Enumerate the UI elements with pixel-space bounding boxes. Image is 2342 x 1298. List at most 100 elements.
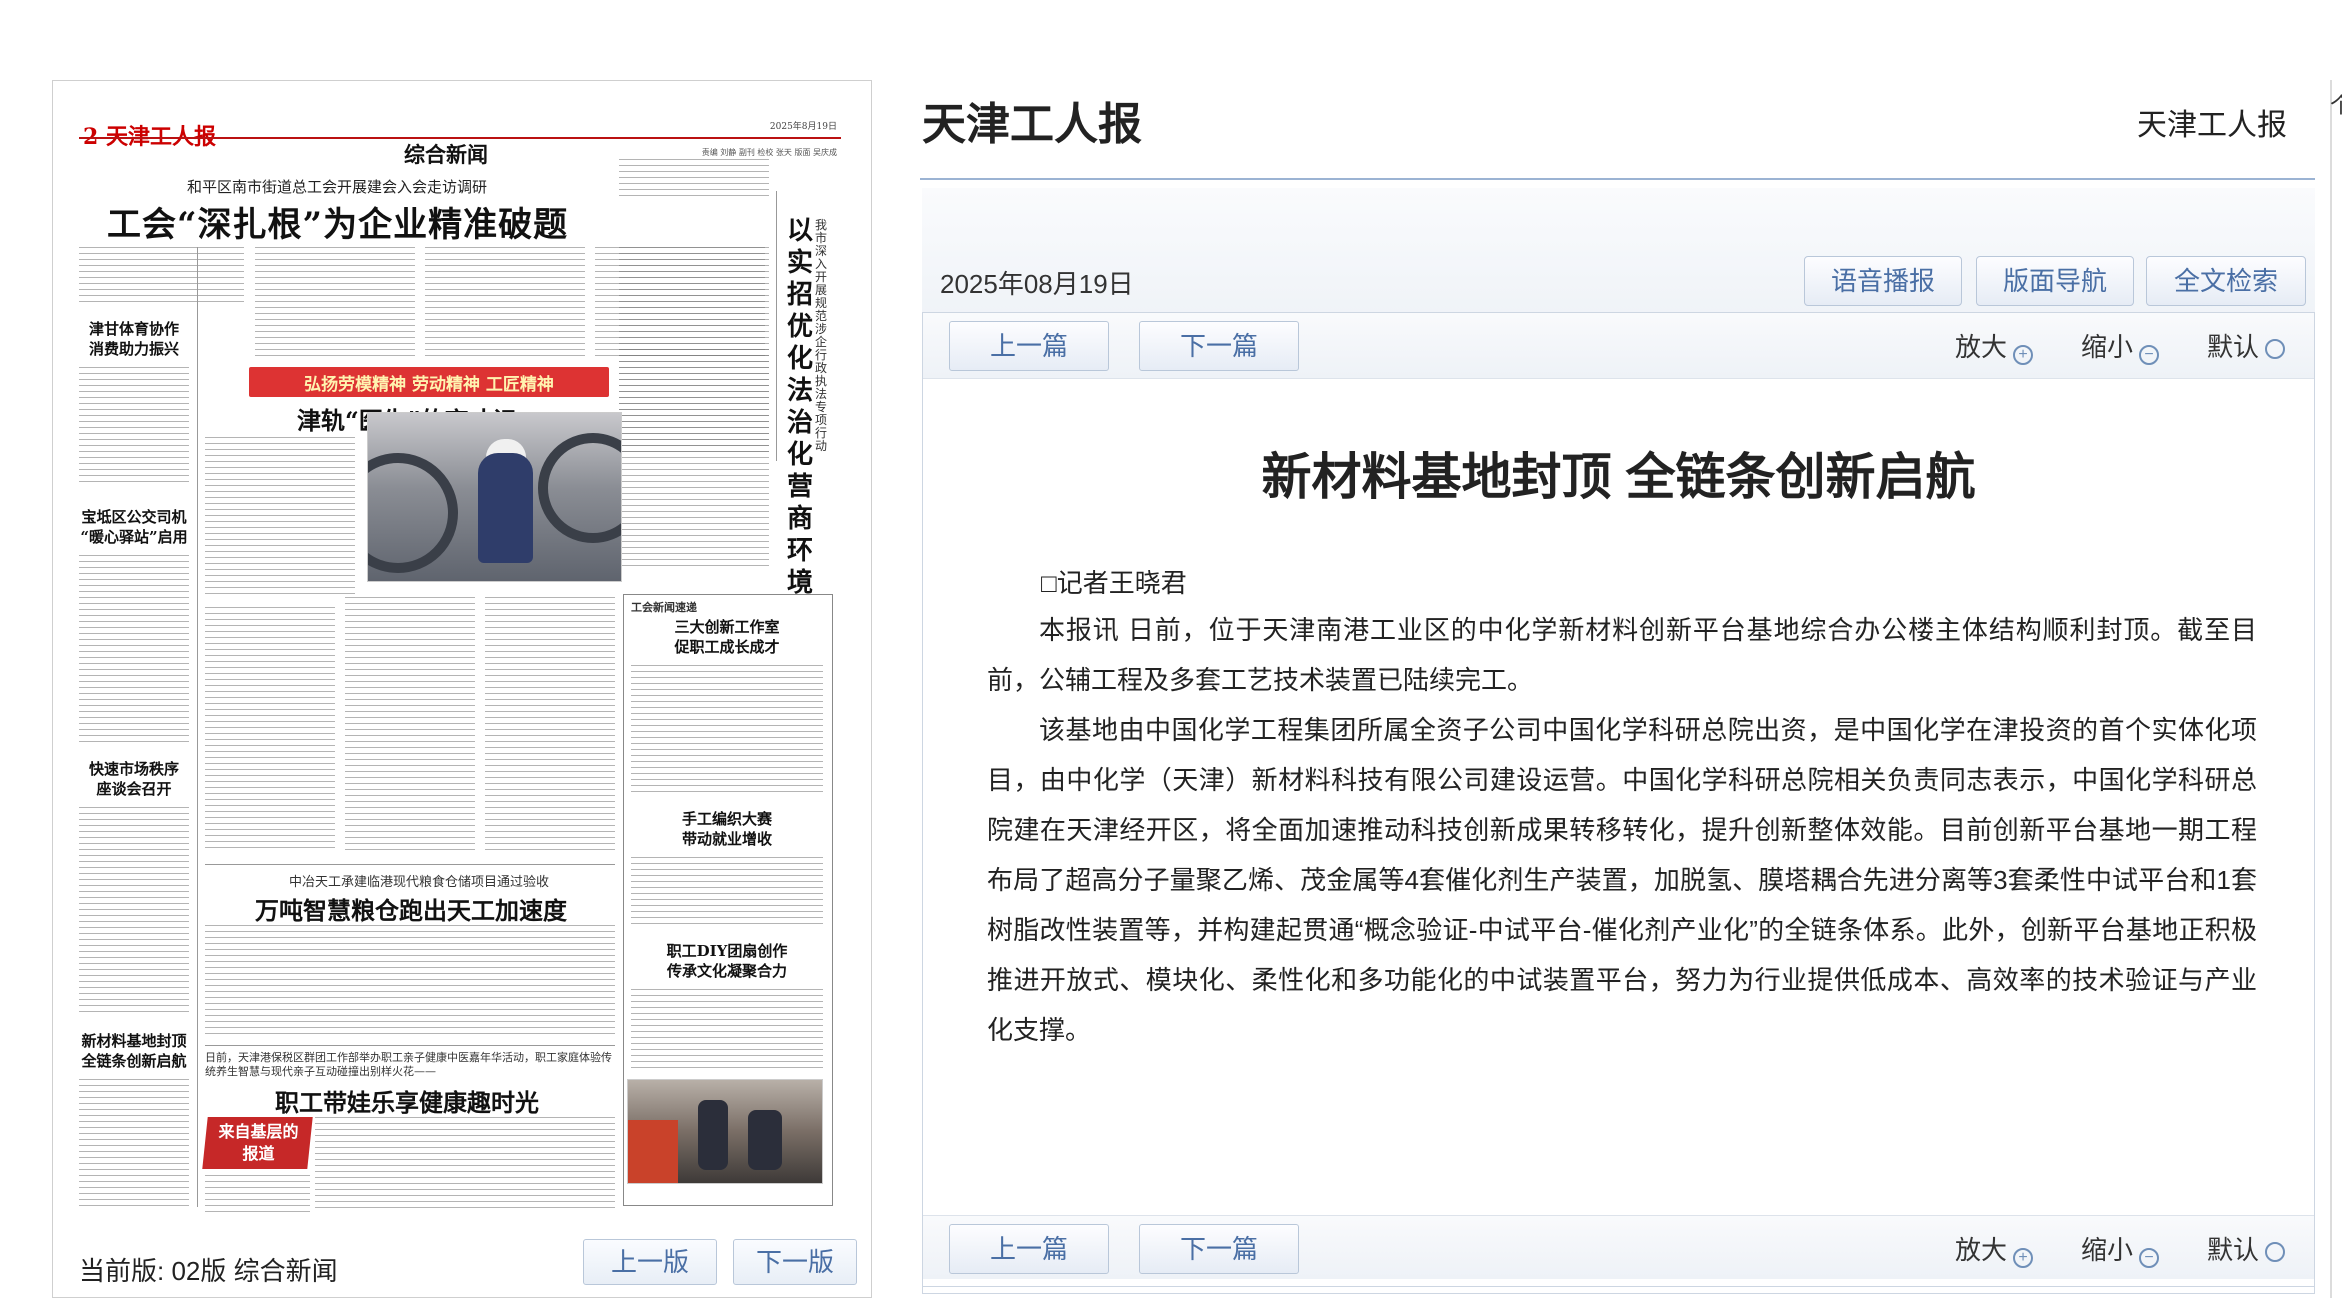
side-story-title[interactable]: 宝坻区公交司机 “暖心驿站”启用 xyxy=(79,507,189,547)
brief-photo[interactable] xyxy=(627,1079,823,1184)
layout-navigation-button[interactable]: 版面导航 xyxy=(1976,256,2134,306)
feature-photo[interactable] xyxy=(367,412,622,582)
photo-detail xyxy=(628,1120,678,1183)
zoom-default-button-bottom[interactable]: 默认 xyxy=(2207,1230,2286,1267)
brief-title[interactable]: 三大创新工作室 促职工成长成才 xyxy=(627,617,827,657)
side-story-title[interactable]: 新材料基地封顶 全链条创新启航 xyxy=(79,1031,189,1071)
photo-detail xyxy=(748,1110,782,1170)
article-title: 新材料基地封顶 全链条创新启航 xyxy=(1261,449,1976,505)
zoom-in-label: 放大 xyxy=(1955,1235,2008,1265)
article-text-block xyxy=(79,807,189,1017)
article-text-block xyxy=(205,1175,310,1212)
plus-circle-icon: + xyxy=(2013,345,2034,365)
photo-detail xyxy=(368,453,458,573)
next-article-button-bottom[interactable]: 下一篇 xyxy=(1139,1224,1299,1274)
zoom-out-button-bottom[interactable]: 缩小 − xyxy=(2081,1230,2160,1268)
page-footer: 当前版: 02版 综合新闻 上一版 下一版 xyxy=(53,1229,871,1298)
article-text-block xyxy=(619,349,769,569)
article-text-block xyxy=(485,597,615,852)
story-divider xyxy=(205,864,615,865)
grassroots-tag: 来自基层的报道 xyxy=(202,1117,313,1169)
child-story-subtitle[interactable]: 日前，天津港保税区群团工作部举办职工亲子健康中医嘉年华活动，职工家庭体验传统养生… xyxy=(205,1051,615,1079)
date-bar: 2025年08月19日 语音播报 版面导航 全文检索 xyxy=(922,188,2315,330)
current-page-label: 当前版: 02版 综合新闻 xyxy=(79,1256,338,1286)
zoom-default-label: 默认 xyxy=(2207,1235,2260,1265)
article-toolbar-bottom: 上一篇 下一篇 放大 + 缩小 − 默认 xyxy=(923,1215,2314,1279)
vertical-subheadline[interactable]: 我市深入开展规范涉企行政执法专项行动 xyxy=(815,219,833,453)
article-byline: □记者王晓君 xyxy=(1041,568,1187,598)
edge-glyph: 个 xyxy=(2330,94,2342,119)
lead-story-headline[interactable]: 工会“深扎根”为企业精准破题 xyxy=(107,197,568,246)
zoom-default-label: 默认 xyxy=(2207,332,2260,362)
article-text-block xyxy=(631,665,823,795)
prev-article-button-bottom[interactable]: 上一篇 xyxy=(949,1224,1109,1274)
photo-detail xyxy=(698,1100,728,1170)
zoom-default-button[interactable]: 默认 xyxy=(2207,327,2286,364)
window-edge xyxy=(2330,80,2342,1298)
column-divider xyxy=(197,247,198,1207)
newspaper-page-image[interactable]: 2 天津工人报 2025年8月19日 综合新闻 责编 刘静 副刊 检校 张天 版… xyxy=(79,119,841,1214)
full-text-search-button[interactable]: 全文检索 xyxy=(2146,256,2306,306)
zoom-in-label: 放大 xyxy=(1955,332,2008,362)
masthead: 2 天津工人报 xyxy=(83,124,216,150)
header-rule xyxy=(920,178,2315,180)
site-title: 天津工人报 xyxy=(922,100,1142,149)
next-article-button[interactable]: 下一篇 xyxy=(1139,321,1299,371)
site-title-right: 天津工人报 xyxy=(2137,109,2287,142)
article-paragraph: 本报讯 日前，位于天津南港工业区的中化学新材料创新平台基地综合办公楼主体结构顺利… xyxy=(987,615,2257,695)
grassroots-tag-text: 来自基层的报道 xyxy=(218,1122,299,1163)
lead-story-subtitle[interactable]: 和平区南市街道总工会开展建会入会走访调研 xyxy=(187,176,487,197)
column-label: 工会新闻速递 xyxy=(631,601,697,614)
column-divider xyxy=(776,191,777,461)
article-text-block xyxy=(315,1117,615,1212)
zoom-in-button[interactable]: 放大 + xyxy=(1955,327,2034,365)
grain-story-headline[interactable]: 万吨智慧粮仓跑出天工加速度 xyxy=(255,891,567,926)
page-date: 2025年8月19日 xyxy=(769,122,837,132)
article-viewer: 天津工人报 天津工人报 2025年08月19日 语音播报 版面导航 全文检索 上… xyxy=(920,50,2315,1298)
zoom-in-button-bottom[interactable]: 放大 + xyxy=(1955,1230,2034,1268)
article-text-block xyxy=(345,597,475,852)
prev-page-button[interactable]: 上一版 xyxy=(583,1239,717,1285)
brief-title[interactable]: 职工DIY团扇创作 传承文化凝聚合力 xyxy=(627,941,827,981)
article-text-block xyxy=(79,367,189,487)
article-text-block xyxy=(79,1079,189,1209)
banner-text: 弘扬劳模精神 劳动精神 工匠精神 xyxy=(304,375,554,395)
zoom-out-button[interactable]: 缩小 − xyxy=(2081,327,2160,365)
feature-banner: 弘扬劳模精神 劳动精神 工匠精神 xyxy=(249,367,609,397)
article-text-block xyxy=(631,989,823,1071)
editor-credits: 责编 刘静 副刊 检校 张天 版面 吴庆成 xyxy=(701,148,837,157)
plus-circle-icon: + xyxy=(2013,1248,2034,1268)
section-title: 综合新闻 xyxy=(404,142,488,167)
photo-detail xyxy=(538,433,621,543)
next-section-edge xyxy=(922,1286,2315,1298)
circle-icon xyxy=(2265,1242,2286,1262)
article-text-block xyxy=(205,437,355,597)
article-text-block xyxy=(205,607,335,852)
side-story-title[interactable]: 津甘体育协作 消费助力振兴 xyxy=(79,319,189,359)
circle-icon xyxy=(2265,339,2286,359)
story-divider xyxy=(205,1045,615,1046)
issue-date: 2025年08月19日 xyxy=(940,269,1134,299)
article-toolbar-top: 上一篇 下一篇 放大 + 缩小 − 默认 xyxy=(923,313,2314,379)
article-text-block xyxy=(79,555,189,745)
next-page-button[interactable]: 下一版 xyxy=(733,1239,857,1285)
child-story-headline[interactable]: 职工带娃乐享健康趣时光 xyxy=(275,1083,539,1118)
brief-title[interactable]: 手工编织大赛 带动就业增收 xyxy=(627,809,827,849)
audio-broadcast-button[interactable]: 语音播报 xyxy=(1804,256,1962,306)
article-text-block xyxy=(255,247,415,357)
article-text-block xyxy=(619,159,769,199)
side-story-title[interactable]: 快速市场秩序 座谈会召开 xyxy=(79,759,189,799)
zoom-out-label: 缩小 xyxy=(2081,1235,2134,1265)
newspaper-page-panel: 2 天津工人报 2025年8月19日 综合新闻 责编 刘静 副刊 检校 张天 版… xyxy=(52,80,872,1298)
article-text-block xyxy=(425,247,585,357)
article-paragraph: 该基地由中国化学工程集团所属全资子公司中国化学科研总院出资，是中国化学在津投资的… xyxy=(987,715,2257,1045)
article-text-block xyxy=(205,925,615,1035)
article-text-block xyxy=(631,857,823,927)
minus-circle-icon: − xyxy=(2139,1248,2160,1268)
zoom-out-label: 缩小 xyxy=(2081,332,2134,362)
photo-detail xyxy=(478,453,533,563)
minus-circle-icon: − xyxy=(2139,345,2160,365)
prev-article-button[interactable]: 上一篇 xyxy=(949,321,1109,371)
grain-story-subtitle[interactable]: 中冶天工承建临港现代粮食仓储项目通过验收 xyxy=(289,871,549,890)
article-container: 上一篇 下一篇 放大 + 缩小 − 默认 新材料基地封顶 全链条创新启航 □记者王晓… xyxy=(922,312,2315,1294)
